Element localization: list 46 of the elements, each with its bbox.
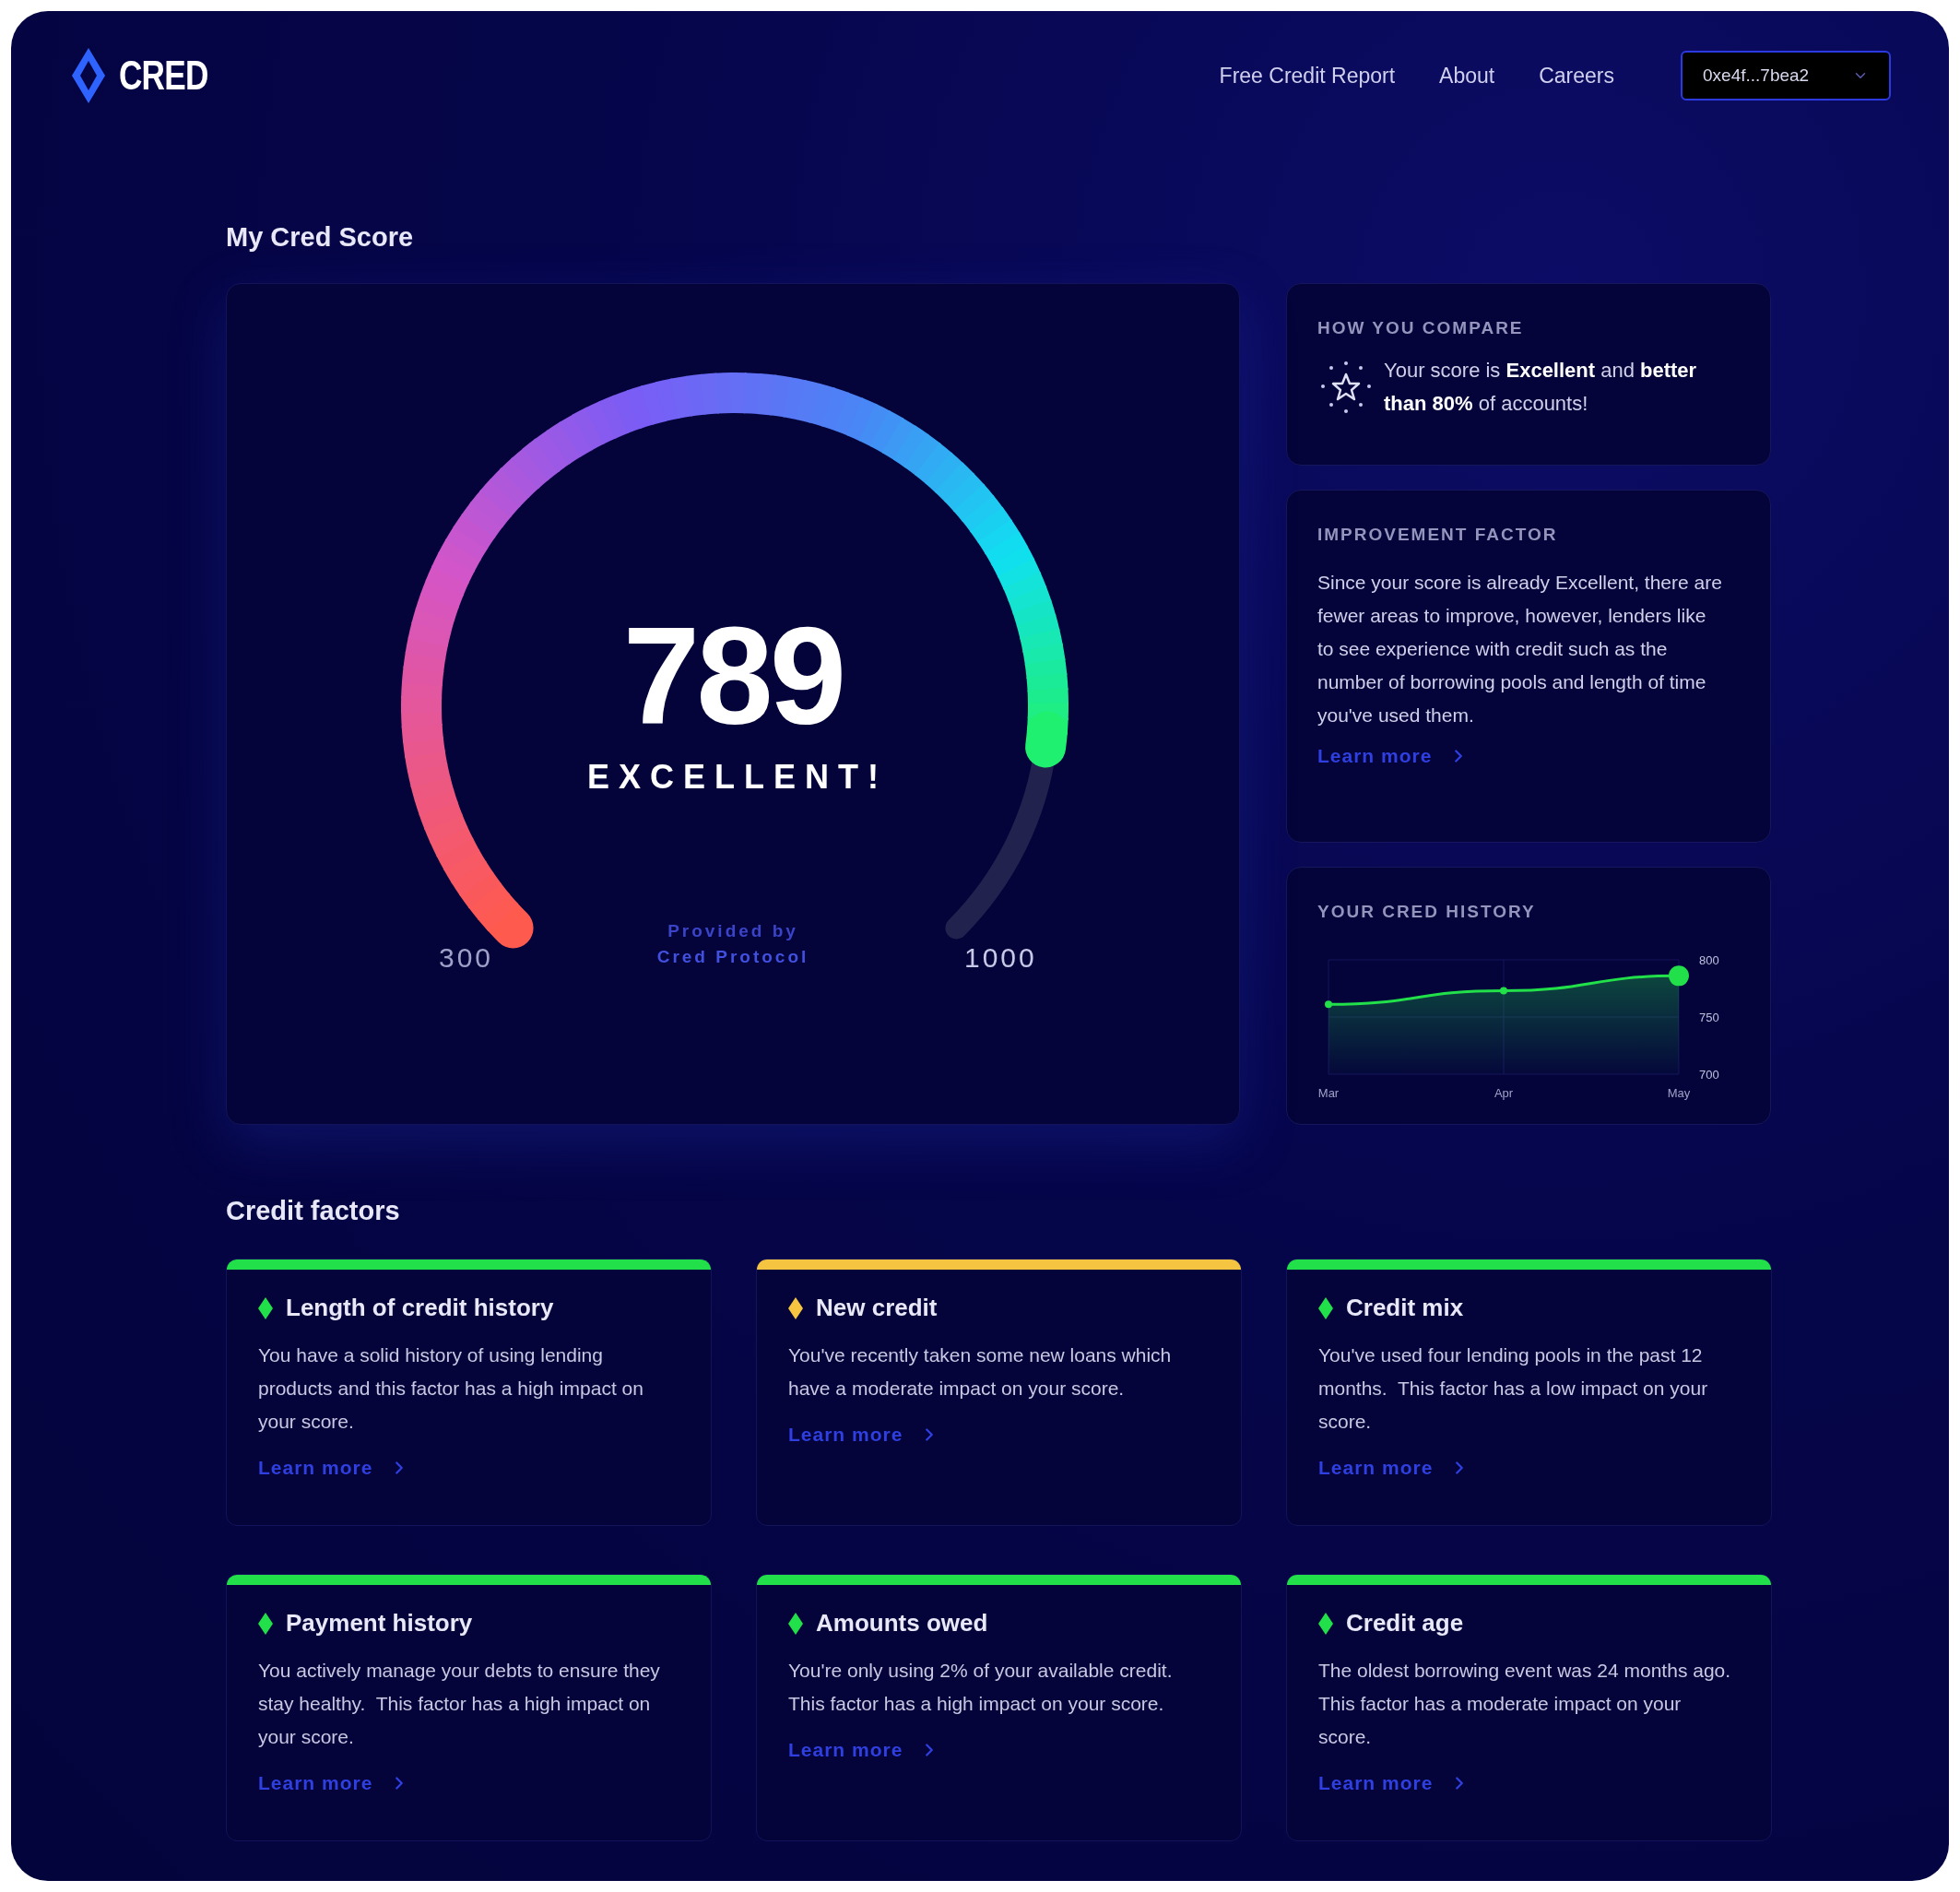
learn-more-link[interactable]: Learn more xyxy=(1318,1453,1470,1483)
improvement-text: Since your score is already Excellent, there are fewer areas to improve, however, lenders like to see experience with credit such as the number of borrowing pools and length of time you've used them. xyxy=(1317,571,1723,727)
factor-description: You actively manage your debts to ensure they stay healthy. This factor has a high impact on your score. xyxy=(258,1659,661,1749)
section-title: Credit factors xyxy=(226,1194,401,1227)
score-value: 789 xyxy=(621,606,844,745)
provided-by-label: Provided by xyxy=(667,919,798,942)
card-heading: YOUR CRED HISTORY xyxy=(1317,900,1537,923)
learn-more-link[interactable]: Learn more xyxy=(788,1735,940,1765)
learn-more-link[interactable]: Learn more xyxy=(258,1453,410,1483)
max-label: 1000 xyxy=(964,940,1037,975)
factor-title: New credit xyxy=(816,1293,938,1323)
factor-title: Payment history xyxy=(286,1608,473,1638)
learn-more-link[interactable]: Learn more xyxy=(1318,1768,1470,1798)
factor-title: Length of credit history xyxy=(286,1293,554,1323)
nav-link[interactable]: Free Credit Report xyxy=(1219,59,1396,92)
card-heading: HOW YOU COMPARE xyxy=(1317,316,1525,339)
data-point xyxy=(1500,987,1507,995)
factor-description: You've recently taken some new loans which have a moderate impact on your score. xyxy=(788,1343,1173,1401)
factor-description: You're only using 2% of your available credit. This factor has a high impact on your score. xyxy=(788,1659,1174,1716)
data-point xyxy=(1669,965,1689,987)
min-label: 300 xyxy=(439,940,494,975)
score-rating: EXCELLENT! xyxy=(586,756,889,798)
learn-more-link[interactable]: Learn more xyxy=(258,1768,410,1798)
provider-name: Cred Protocol xyxy=(656,946,809,968)
nav-link[interactable]: About xyxy=(1439,59,1495,92)
learn-more-link[interactable]: Learn more xyxy=(1317,741,1470,771)
card-heading: IMPROVEMENT FACTOR xyxy=(1317,523,1559,546)
factor-title: Credit mix xyxy=(1346,1293,1464,1323)
compare-text: Your score is Excellent and better than 80% of accounts! xyxy=(1384,358,1698,417)
logo-text[interactable]: CRED xyxy=(119,45,208,106)
factor-description: You've used four lending pools in the past 12 months. This factor has a low impact on your score. xyxy=(1318,1343,1709,1434)
factor-description: You have a solid history of using lending products and this factor has a high impact on your score. xyxy=(258,1343,644,1434)
learn-more-link[interactable]: Learn more xyxy=(788,1420,940,1449)
section-title: My Cred Score xyxy=(226,221,415,254)
x-tick-label: Mar xyxy=(1317,1086,1340,1100)
y-tick-label: 750 xyxy=(1699,1011,1719,1024)
y-tick-label: 700 xyxy=(1699,1068,1719,1082)
factor-title: Credit age xyxy=(1346,1608,1464,1638)
x-tick-label: May xyxy=(1667,1086,1691,1100)
x-tick-label: Apr xyxy=(1494,1086,1514,1100)
y-tick-label: 800 xyxy=(1699,953,1719,967)
wallet-dropdown[interactable]: 0xe4f...7bea2 xyxy=(1681,51,1891,101)
factor-title: Amounts owed xyxy=(816,1608,988,1638)
factor-description: The oldest borrowing event was 24 months ago. This factor has a moderate impact on your score. xyxy=(1318,1659,1732,1749)
nav-link[interactable]: Careers xyxy=(1539,59,1614,92)
data-point xyxy=(1325,1000,1332,1009)
